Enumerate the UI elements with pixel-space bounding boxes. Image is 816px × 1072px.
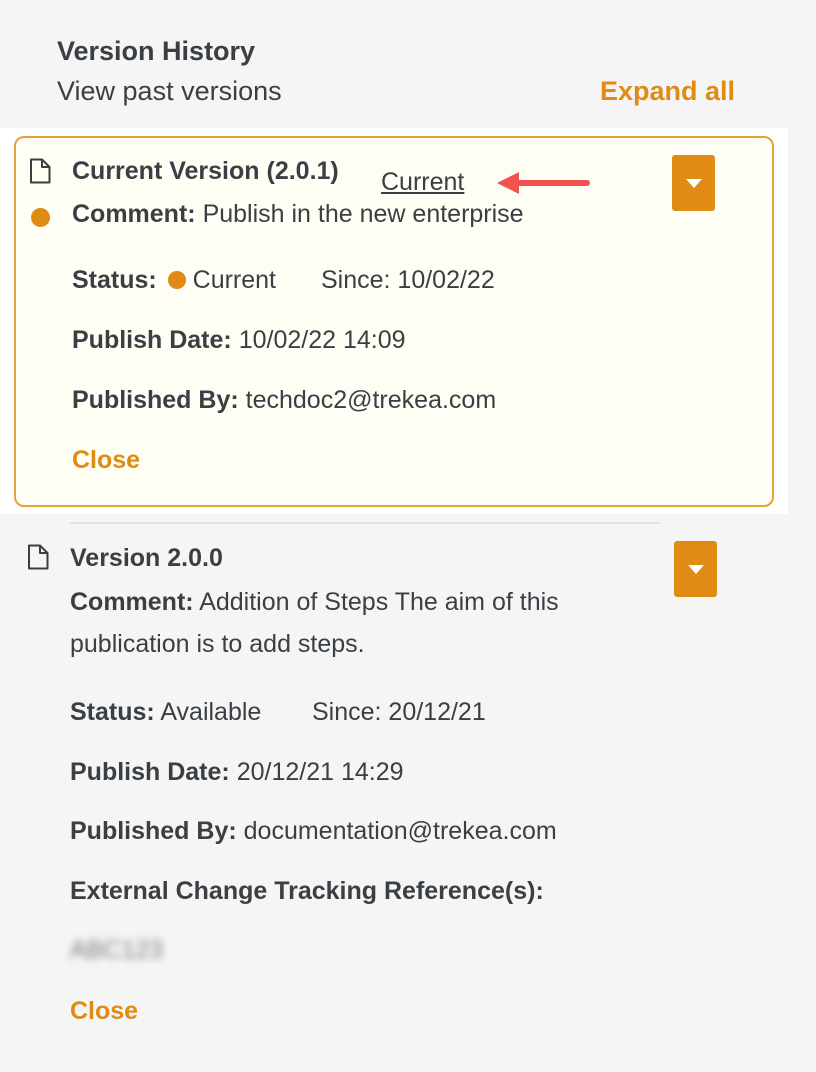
published-by-row: Published By: documentation@trekea.com [70, 817, 557, 846]
since-text: Since: 20/12/21 [312, 698, 486, 726]
collapse-toggle-button[interactable] [672, 155, 715, 211]
document-icon [28, 544, 49, 570]
published-by-label: Published By: [70, 817, 237, 845]
comment-text: Addition of Steps The aim of this [199, 588, 559, 616]
status-dot-icon [167, 271, 186, 289]
annotation-arrow-icon [497, 172, 590, 194]
current-indicator-dot [31, 208, 50, 227]
published-by-label: Published By: [72, 386, 239, 414]
panel-title: Version History [57, 36, 256, 66]
publish-date-label: Publish Date: [72, 326, 232, 354]
external-ref-value: ABC123 [70, 936, 164, 964]
close-button[interactable]: Close [70, 997, 138, 1026]
expand-toggle-button[interactable] [674, 541, 717, 597]
publish-date-row: Publish Date: 20/12/21 14:29 [70, 758, 404, 787]
comment-label: Comment: [70, 588, 194, 616]
published-by-value: techdoc2@trekea.com [245, 386, 497, 414]
status-row: Status: Available [70, 698, 261, 727]
status-row: Status: Current [72, 266, 276, 295]
comment-row: Comment: Publish in the new enterprise [72, 200, 524, 229]
status-label: Status: [70, 698, 155, 726]
close-button[interactable]: Close [72, 446, 140, 475]
current-badge-link[interactable]: Current [381, 168, 464, 197]
status-value: Current [192, 266, 277, 294]
document-icon [30, 158, 51, 184]
since-text: Since: 10/02/22 [321, 266, 495, 294]
status-value: Available [160, 698, 262, 726]
version-title: Version 2.0.0 [70, 544, 223, 572]
status-label: Status: [72, 266, 157, 294]
caret-down-icon [687, 564, 704, 574]
publish-date-value: 10/02/22 14:09 [238, 326, 406, 354]
expand-all-button[interactable]: Expand all [600, 76, 735, 107]
panel-subtitle: View past versions [57, 76, 282, 106]
divider [70, 522, 660, 524]
comment-row: Comment: Addition of Steps The aim of th… [70, 588, 559, 617]
version-history-panel: Version History View past versions Expan… [0, 0, 816, 1072]
publish-date-value: 20/12/21 14:29 [236, 758, 404, 786]
comment-label: Comment: [72, 200, 196, 228]
publish-date-row: Publish Date: 10/02/22 14:09 [72, 326, 406, 355]
caret-down-icon [685, 178, 702, 188]
published-by-value: documentation@trekea.com [243, 817, 557, 845]
comment-text: Publish in the new enterprise [202, 200, 524, 228]
external-ref-label-text: External Change Tracking Reference(s): [70, 877, 544, 905]
comment-text-continued: publication is to add steps. [70, 630, 365, 658]
version-title: Current Version (2.0.1) [72, 157, 339, 185]
published-by-row: Published By: techdoc2@trekea.com [72, 386, 496, 415]
external-ref-label: External Change Tracking Reference(s): [70, 877, 544, 906]
publish-date-label: Publish Date: [70, 758, 230, 786]
